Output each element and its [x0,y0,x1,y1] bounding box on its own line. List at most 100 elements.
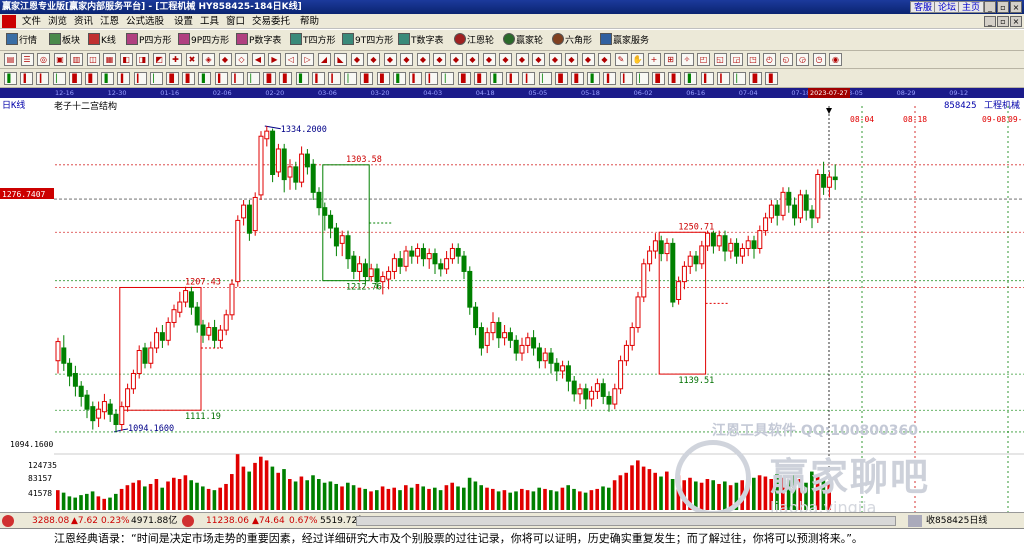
close-button[interactable]: × [1010,1,1022,13]
indicator-tool-47-icon[interactable]: ▊ [749,72,763,85]
forum-button[interactable]: 论坛 [934,1,961,13]
drawing-tool-21-icon[interactable]: ◣ [334,53,347,66]
indicator-tool-30-icon[interactable]: ▋ [473,72,487,85]
drawing-tool-47-icon[interactable]: ◴ [763,53,776,66]
p-square-tool[interactable]: P四方形 [126,33,171,48]
menu-trade[interactable]: 交易委托 [252,15,290,28]
menu-help[interactable]: 帮助 [300,15,319,28]
drawing-tool-11-icon[interactable]: ✚ [169,53,182,66]
p-number-table-tool[interactable]: P数字表 [236,33,281,48]
drawing-tool-34-icon[interactable]: ◆ [548,53,562,66]
drawing-tool-32-icon[interactable]: ◆ [515,53,529,66]
drawing-tool-22-icon[interactable]: ◆ [350,53,364,66]
indicator-tool-2-icon[interactable]: ▍ [20,72,34,85]
indicator-tool-10-icon[interactable]: ▏ [149,72,163,85]
drawing-tool-45-icon[interactable]: ◲ [730,53,743,66]
drawing-tool-24-icon[interactable]: ◆ [383,53,397,66]
menu-formula-screening[interactable]: 公式选股 [126,15,164,28]
drawing-tool-8-icon[interactable]: ◧ [119,53,133,66]
t-square-tool[interactable]: T四方形 [290,33,336,48]
drawing-tool-33-icon[interactable]: ◆ [532,53,545,66]
menu-window[interactable]: 窗口 [226,15,245,28]
drawing-tool-19-icon[interactable]: ▷ [301,53,314,66]
drawing-tool-29-icon[interactable]: ◆ [466,53,479,66]
gann-wheel-tool[interactable]: 江恩轮 [454,33,494,48]
drawing-tool-38-icon[interactable]: ✎ [614,53,628,66]
drawing-tool-4-icon[interactable]: ▣ [53,53,67,66]
menu-gann[interactable]: 江恩 [100,15,119,28]
horizontal-scrollbar[interactable] [356,516,896,526]
indicator-tool-6-icon[interactable]: ▋ [85,72,98,85]
drawing-tool-50-icon[interactable]: ◷ [812,53,826,66]
indicator-tool-24-icon[interactable]: ▋ [376,72,390,85]
indicator-tool-18-icon[interactable]: ▋ [279,72,293,85]
menu-news[interactable]: 资讯 [74,15,93,28]
drawing-tool-10-icon[interactable]: ◩ [152,53,166,66]
indicator-tool-4-icon[interactable]: ▏ [52,72,66,85]
drawing-tool-30-icon[interactable]: ◆ [482,53,496,66]
menu-browse[interactable]: 浏览 [48,15,67,28]
drawing-tool-37-icon[interactable]: ◆ [598,53,611,66]
indicator-tool-5-icon[interactable]: ▊ [68,72,82,85]
indicator-tool-42-icon[interactable]: ▋ [668,72,682,85]
indicator-tool-25-icon[interactable]: ▌ [392,72,406,85]
indicator-tool-32-icon[interactable]: ▍ [506,72,520,85]
drawing-tool-40-icon[interactable]: + [647,53,661,66]
drawing-tool-16-icon[interactable]: ◀ [251,53,265,66]
indicator-tool-15-icon[interactable]: ▎ [230,72,244,85]
indicator-tool-17-icon[interactable]: ▊ [263,72,277,85]
indicator-tool-36-icon[interactable]: ▋ [571,72,584,85]
drawing-tool-17-icon[interactable]: ▶ [268,53,281,66]
indicator-tool-16-icon[interactable]: ▏ [247,72,260,85]
menu-tools[interactable]: 工具 [200,15,219,28]
indicator-tool-39-icon[interactable]: ▎ [619,72,633,85]
winner-wheel-tool[interactable]: 赢家轮 [503,33,543,48]
indicator-tool-13-icon[interactable]: ▌ [198,72,212,85]
drawing-tool-15-icon[interactable]: ◇ [235,53,248,66]
indicator-tool-41-icon[interactable]: ▊ [652,72,665,85]
indicator-tool-26-icon[interactable]: ▍ [409,72,422,85]
indicator-tool-27-icon[interactable]: ▎ [425,72,439,85]
service-button[interactable]: 客服 [910,1,937,13]
indicator-tool-7-icon[interactable]: ▌ [101,72,115,85]
drawing-tool-20-icon[interactable]: ◢ [317,53,331,66]
sub-close-button[interactable]: × [1010,16,1022,27]
drawing-tool-1-icon[interactable]: ▤ [4,53,17,66]
indicator-tool-9-icon[interactable]: ▎ [133,72,147,85]
home-button[interactable]: 主页 [958,1,985,13]
indicator-tool-40-icon[interactable]: ▏ [635,72,649,85]
indicator-tool-29-icon[interactable]: ▊ [457,72,471,85]
indicator-tool-35-icon[interactable]: ▊ [554,72,568,85]
drawing-tool-36-icon[interactable]: ◆ [581,53,595,66]
indicator-tool-48-icon[interactable]: ▋ [765,72,779,85]
indicator-tool-33-icon[interactable]: ▎ [522,72,536,85]
maximize-button[interactable]: ▫ [997,1,1009,13]
drawing-tool-35-icon[interactable]: ◆ [565,53,578,66]
indicator-tool-1-icon[interactable]: ▌ [4,72,17,85]
indicator-tool-28-icon[interactable]: ▏ [441,72,455,85]
drawing-tool-27-icon[interactable]: ◆ [433,53,446,66]
drawing-tool-43-icon[interactable]: ◰ [697,53,710,66]
indicator-tool-38-icon[interactable]: ▍ [603,72,617,85]
indicator-tool-20-icon[interactable]: ▍ [311,72,325,85]
drawing-tool-7-icon[interactable]: ▦ [103,53,116,66]
indicator-tool-37-icon[interactable]: ▌ [587,72,601,85]
drawing-tool-48-icon[interactable]: ◵ [779,53,793,66]
indicator-tool-12-icon[interactable]: ▋ [182,72,196,85]
drawing-tool-46-icon[interactable]: ◳ [746,53,760,66]
winner-service-tool[interactable]: 赢家服务 [600,33,649,48]
indicator-tool-31-icon[interactable]: ▌ [490,72,503,85]
drawing-tool-13-icon[interactable]: ◈ [202,53,215,66]
sub-minimize-button[interactable]: _ [984,16,996,27]
indicator-tool-43-icon[interactable]: ▌ [684,72,698,85]
indicator-tool-3-icon[interactable]: ▎ [36,72,50,85]
drawing-tool-6-icon[interactable]: ◫ [86,53,100,66]
indicator-tool-23-icon[interactable]: ▊ [360,72,374,85]
drawing-tool-12-icon[interactable]: ✖ [185,53,199,66]
drawing-tool-44-icon[interactable]: ◱ [713,53,727,66]
9p-square-tool[interactable]: 9P四方形 [178,33,229,48]
minimize-button[interactable]: _ [984,1,996,13]
drawing-tool-41-icon[interactable]: ⊞ [664,53,677,66]
drawing-tool-39-icon[interactable]: ✋ [631,53,644,66]
menu-file[interactable]: 文件 [22,15,41,28]
